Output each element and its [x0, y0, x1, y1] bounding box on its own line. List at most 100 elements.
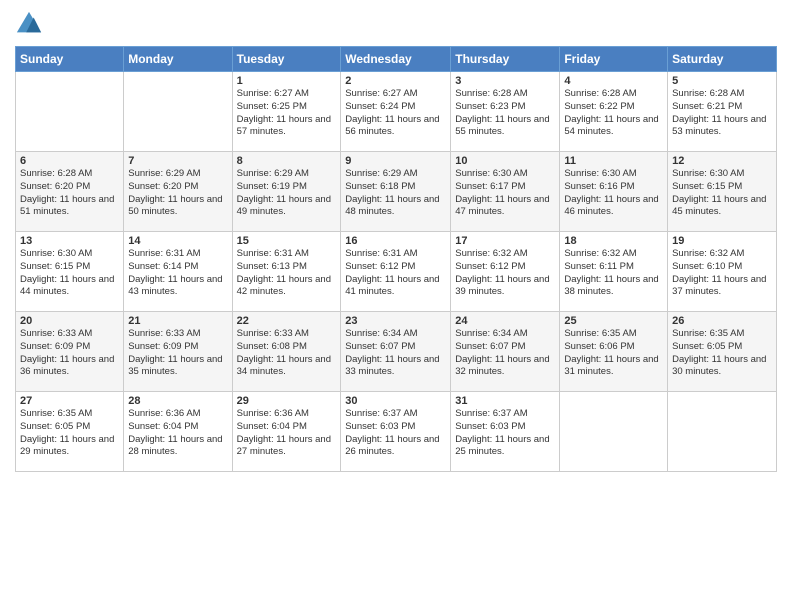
day-info: Sunrise: 6:33 AMSunset: 6:08 PMDaylight:… [237, 328, 337, 379]
day-info: Sunrise: 6:27 AMSunset: 6:24 PMDaylight:… [345, 88, 446, 139]
calendar-cell: 30Sunrise: 6:37 AMSunset: 6:03 PMDayligh… [341, 392, 451, 472]
day-number: 9 [345, 155, 446, 167]
day-info: Sunrise: 6:37 AMSunset: 6:03 PMDaylight:… [345, 408, 446, 459]
day-number: 15 [237, 235, 337, 247]
day-number: 28 [128, 395, 227, 407]
day-number: 17 [455, 235, 555, 247]
calendar-cell: 12Sunrise: 6:30 AMSunset: 6:15 PMDayligh… [668, 152, 777, 232]
day-number: 5 [672, 75, 772, 87]
day-info: Sunrise: 6:27 AMSunset: 6:25 PMDaylight:… [237, 88, 337, 139]
day-info: Sunrise: 6:28 AMSunset: 6:21 PMDaylight:… [672, 88, 772, 139]
calendar-cell: 4Sunrise: 6:28 AMSunset: 6:22 PMDaylight… [560, 72, 668, 152]
day-info: Sunrise: 6:29 AMSunset: 6:20 PMDaylight:… [128, 168, 227, 219]
day-number: 8 [237, 155, 337, 167]
calendar-cell: 23Sunrise: 6:34 AMSunset: 6:07 PMDayligh… [341, 312, 451, 392]
calendar-cell [668, 392, 777, 472]
calendar-cell: 22Sunrise: 6:33 AMSunset: 6:08 PMDayligh… [232, 312, 341, 392]
day-info: Sunrise: 6:32 AMSunset: 6:11 PMDaylight:… [564, 248, 663, 299]
day-number: 30 [345, 395, 446, 407]
day-number: 7 [128, 155, 227, 167]
calendar-cell [124, 72, 232, 152]
day-number: 26 [672, 315, 772, 327]
day-info: Sunrise: 6:31 AMSunset: 6:14 PMDaylight:… [128, 248, 227, 299]
day-info: Sunrise: 6:31 AMSunset: 6:12 PMDaylight:… [345, 248, 446, 299]
header-friday: Friday [560, 47, 668, 72]
day-number: 18 [564, 235, 663, 247]
day-info: Sunrise: 6:28 AMSunset: 6:22 PMDaylight:… [564, 88, 663, 139]
calendar-header: Sunday Monday Tuesday Wednesday Thursday… [16, 47, 777, 72]
day-number: 4 [564, 75, 663, 87]
day-info: Sunrise: 6:35 AMSunset: 6:06 PMDaylight:… [564, 328, 663, 379]
calendar-cell: 13Sunrise: 6:30 AMSunset: 6:15 PMDayligh… [16, 232, 124, 312]
day-info: Sunrise: 6:35 AMSunset: 6:05 PMDaylight:… [20, 408, 119, 459]
calendar-cell: 19Sunrise: 6:32 AMSunset: 6:10 PMDayligh… [668, 232, 777, 312]
header-monday: Monday [124, 47, 232, 72]
calendar-cell: 5Sunrise: 6:28 AMSunset: 6:21 PMDaylight… [668, 72, 777, 152]
calendar-cell: 25Sunrise: 6:35 AMSunset: 6:06 PMDayligh… [560, 312, 668, 392]
calendar-cell: 14Sunrise: 6:31 AMSunset: 6:14 PMDayligh… [124, 232, 232, 312]
day-info: Sunrise: 6:30 AMSunset: 6:15 PMDaylight:… [20, 248, 119, 299]
day-info: Sunrise: 6:32 AMSunset: 6:10 PMDaylight:… [672, 248, 772, 299]
calendar-cell: 31Sunrise: 6:37 AMSunset: 6:03 PMDayligh… [451, 392, 560, 472]
day-info: Sunrise: 6:36 AMSunset: 6:04 PMDaylight:… [128, 408, 227, 459]
calendar-cell: 2Sunrise: 6:27 AMSunset: 6:24 PMDaylight… [341, 72, 451, 152]
day-number: 20 [20, 315, 119, 327]
header-tuesday: Tuesday [232, 47, 341, 72]
calendar-cell: 6Sunrise: 6:28 AMSunset: 6:20 PMDaylight… [16, 152, 124, 232]
calendar-week-5: 27Sunrise: 6:35 AMSunset: 6:05 PMDayligh… [16, 392, 777, 472]
day-info: Sunrise: 6:30 AMSunset: 6:15 PMDaylight:… [672, 168, 772, 219]
day-info: Sunrise: 6:29 AMSunset: 6:19 PMDaylight:… [237, 168, 337, 219]
day-number: 24 [455, 315, 555, 327]
day-number: 3 [455, 75, 555, 87]
header-sunday: Sunday [16, 47, 124, 72]
day-info: Sunrise: 6:28 AMSunset: 6:23 PMDaylight:… [455, 88, 555, 139]
calendar-cell: 26Sunrise: 6:35 AMSunset: 6:05 PMDayligh… [668, 312, 777, 392]
day-number: 31 [455, 395, 555, 407]
day-number: 21 [128, 315, 227, 327]
header [15, 10, 777, 38]
day-info: Sunrise: 6:37 AMSunset: 6:03 PMDaylight:… [455, 408, 555, 459]
header-wednesday: Wednesday [341, 47, 451, 72]
day-number: 12 [672, 155, 772, 167]
calendar-cell: 24Sunrise: 6:34 AMSunset: 6:07 PMDayligh… [451, 312, 560, 392]
day-number: 23 [345, 315, 446, 327]
days-of-week-row: Sunday Monday Tuesday Wednesday Thursday… [16, 47, 777, 72]
calendar-cell: 3Sunrise: 6:28 AMSunset: 6:23 PMDaylight… [451, 72, 560, 152]
day-info: Sunrise: 6:33 AMSunset: 6:09 PMDaylight:… [20, 328, 119, 379]
header-thursday: Thursday [451, 47, 560, 72]
day-number: 14 [128, 235, 227, 247]
day-info: Sunrise: 6:30 AMSunset: 6:17 PMDaylight:… [455, 168, 555, 219]
day-info: Sunrise: 6:29 AMSunset: 6:18 PMDaylight:… [345, 168, 446, 219]
day-number: 29 [237, 395, 337, 407]
calendar-week-2: 6Sunrise: 6:28 AMSunset: 6:20 PMDaylight… [16, 152, 777, 232]
day-info: Sunrise: 6:31 AMSunset: 6:13 PMDaylight:… [237, 248, 337, 299]
calendar-cell: 11Sunrise: 6:30 AMSunset: 6:16 PMDayligh… [560, 152, 668, 232]
calendar-week-4: 20Sunrise: 6:33 AMSunset: 6:09 PMDayligh… [16, 312, 777, 392]
calendar-cell [560, 392, 668, 472]
calendar: Sunday Monday Tuesday Wednesday Thursday… [15, 46, 777, 472]
calendar-cell: 21Sunrise: 6:33 AMSunset: 6:09 PMDayligh… [124, 312, 232, 392]
day-info: Sunrise: 6:34 AMSunset: 6:07 PMDaylight:… [455, 328, 555, 379]
day-number: 22 [237, 315, 337, 327]
day-number: 27 [20, 395, 119, 407]
calendar-cell: 18Sunrise: 6:32 AMSunset: 6:11 PMDayligh… [560, 232, 668, 312]
calendar-cell: 9Sunrise: 6:29 AMSunset: 6:18 PMDaylight… [341, 152, 451, 232]
header-saturday: Saturday [668, 47, 777, 72]
day-info: Sunrise: 6:34 AMSunset: 6:07 PMDaylight:… [345, 328, 446, 379]
day-info: Sunrise: 6:32 AMSunset: 6:12 PMDaylight:… [455, 248, 555, 299]
calendar-cell: 15Sunrise: 6:31 AMSunset: 6:13 PMDayligh… [232, 232, 341, 312]
day-number: 19 [672, 235, 772, 247]
calendar-cell: 20Sunrise: 6:33 AMSunset: 6:09 PMDayligh… [16, 312, 124, 392]
calendar-week-3: 13Sunrise: 6:30 AMSunset: 6:15 PMDayligh… [16, 232, 777, 312]
calendar-cell: 1Sunrise: 6:27 AMSunset: 6:25 PMDaylight… [232, 72, 341, 152]
day-info: Sunrise: 6:30 AMSunset: 6:16 PMDaylight:… [564, 168, 663, 219]
day-number: 2 [345, 75, 446, 87]
calendar-cell: 8Sunrise: 6:29 AMSunset: 6:19 PMDaylight… [232, 152, 341, 232]
day-number: 1 [237, 75, 337, 87]
day-number: 10 [455, 155, 555, 167]
day-number: 11 [564, 155, 663, 167]
day-info: Sunrise: 6:35 AMSunset: 6:05 PMDaylight:… [672, 328, 772, 379]
calendar-cell: 10Sunrise: 6:30 AMSunset: 6:17 PMDayligh… [451, 152, 560, 232]
day-number: 25 [564, 315, 663, 327]
page: Sunday Monday Tuesday Wednesday Thursday… [0, 0, 792, 612]
